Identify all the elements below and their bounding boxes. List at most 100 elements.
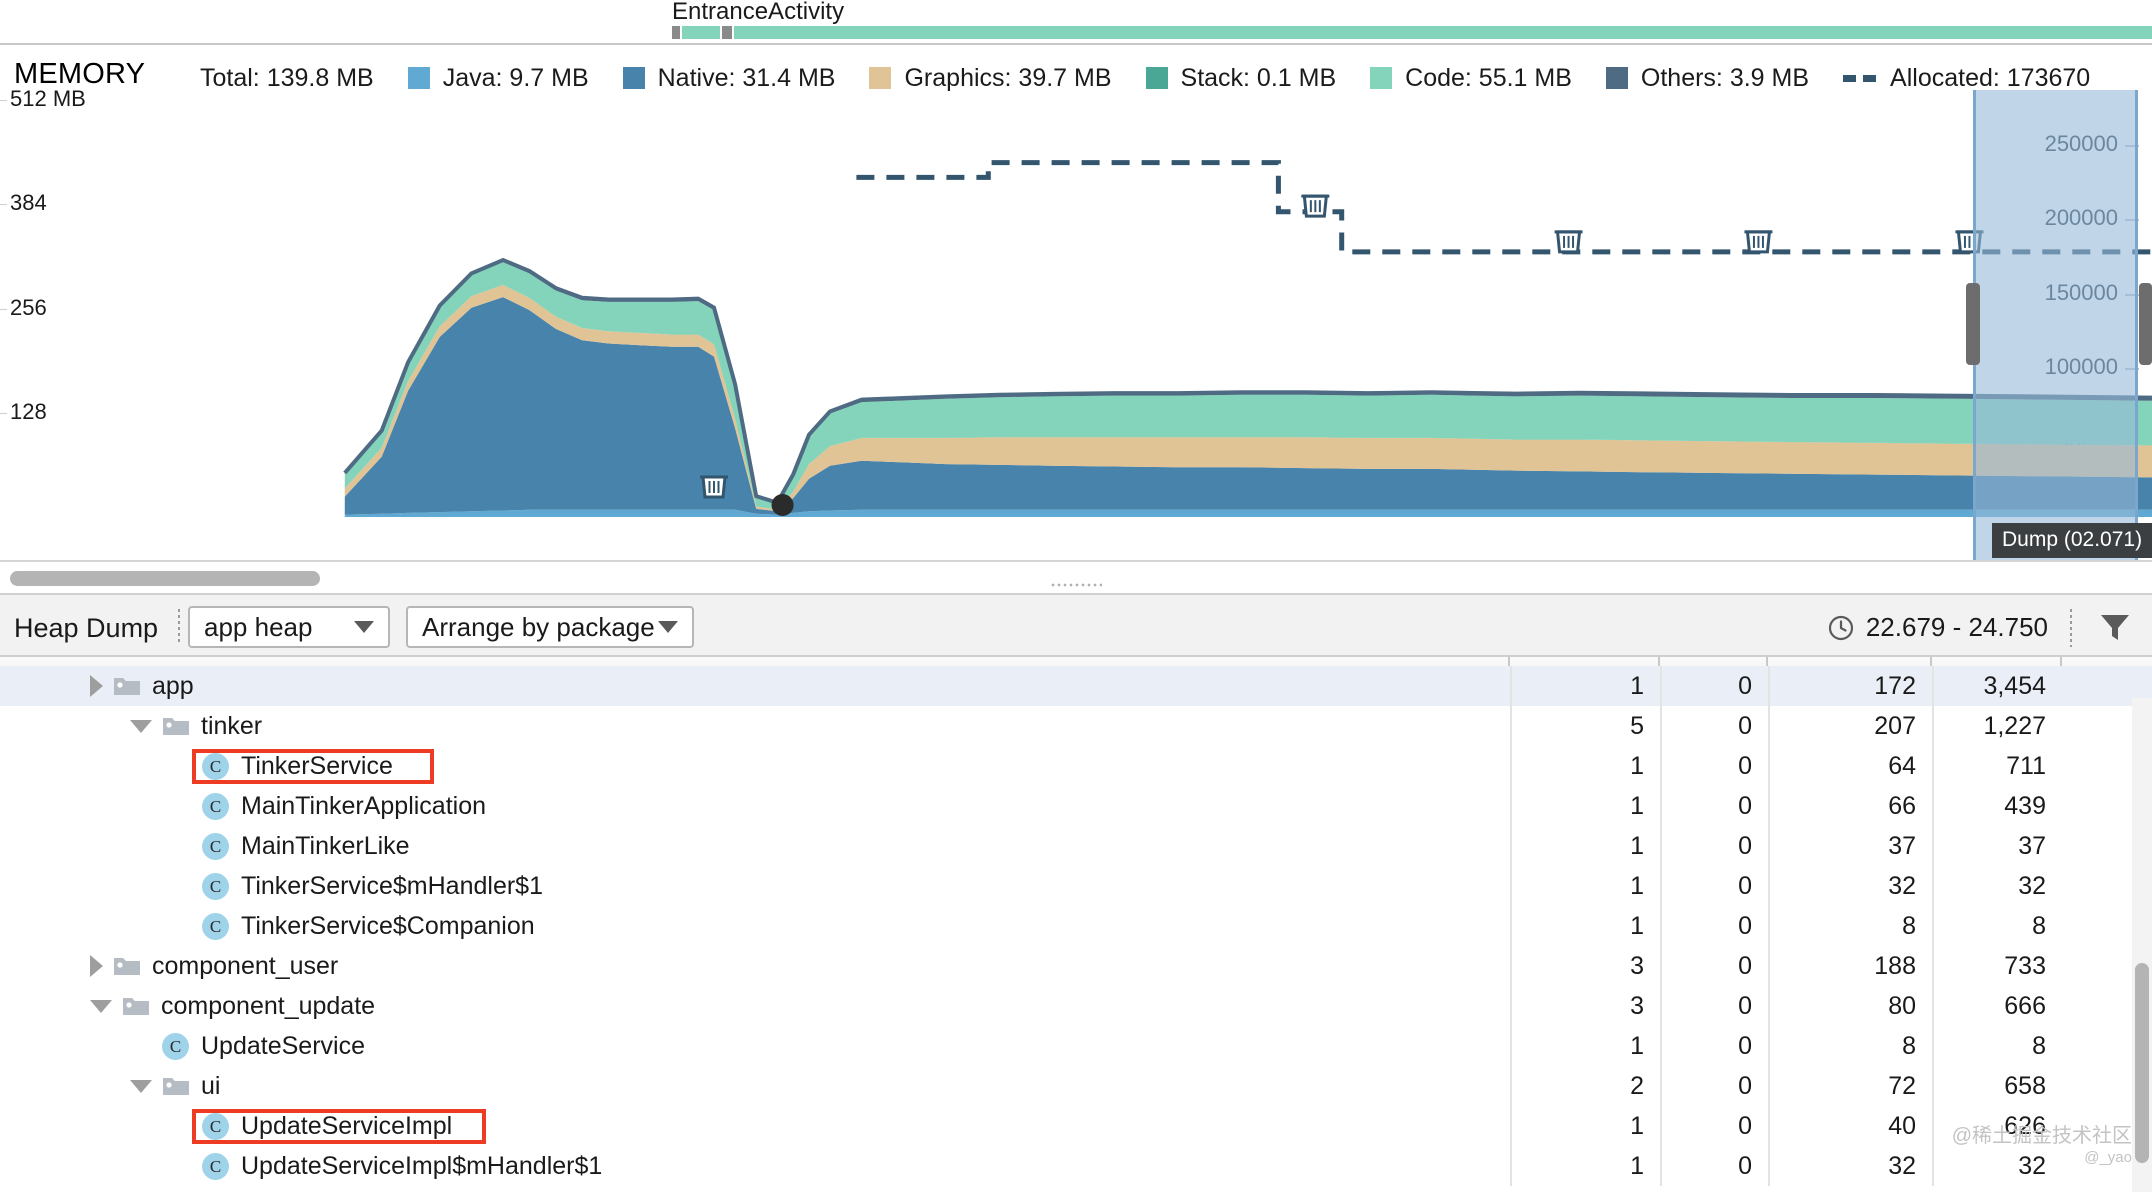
table-cell-allocations: 1 — [1510, 666, 1660, 706]
column-divider — [1660, 906, 1662, 946]
table-cell-package-name: CMainTinkerApplication — [170, 786, 486, 826]
column-divider — [1510, 666, 1512, 706]
table-row[interactable]: app101723,454 — [0, 666, 2152, 706]
column-divider — [1768, 1066, 1770, 1106]
column-divider — [1932, 1066, 1934, 1106]
row-label: UpdateServiceImpl$mHandler$1 — [241, 1152, 602, 1181]
table-cell-native: 0 — [1660, 1106, 1768, 1146]
table-row[interactable]: component_user30188733 — [0, 946, 2152, 986]
table-cell-retained: 32 — [1932, 866, 2062, 906]
column-divider — [1932, 1146, 1934, 1186]
row-label: tinker — [201, 712, 262, 741]
table-cell-native: 0 — [1660, 746, 1768, 786]
table-row[interactable]: CTinkerService1064711 — [0, 746, 2152, 786]
column-divider — [1660, 826, 1662, 866]
expander-spacer — [170, 766, 192, 767]
table-cell-allocations: 1 — [1510, 746, 1660, 786]
column-divider — [1768, 866, 1770, 906]
expander-expand-icon[interactable] — [90, 955, 103, 977]
column-divider — [1510, 986, 1512, 1026]
table-scrollbar[interactable] — [2132, 698, 2152, 1192]
expander-spacer — [170, 1166, 192, 1167]
column-divider — [1768, 826, 1770, 866]
legend-swatch-icon — [1606, 67, 1628, 89]
table-row[interactable]: CTinkerService$Companion1088 — [0, 906, 2152, 946]
table-cell-retained: 439 — [1932, 786, 2062, 826]
table-row[interactable]: ui2072658 — [0, 1066, 2152, 1106]
table-cell-package-name: CTinkerService$Companion — [170, 906, 535, 946]
table-cell-retained: 711 — [1932, 746, 2062, 786]
column-divider — [1660, 666, 1662, 706]
table-cell-retained: 8 — [1932, 1026, 2062, 1066]
column-divider — [1510, 1146, 1512, 1186]
table-cell-shallow: 32 — [1768, 866, 1932, 906]
table-cell-native: 0 — [1660, 986, 1768, 1026]
splitter-grip[interactable] — [1050, 582, 1102, 587]
activity-segment — [734, 26, 2152, 39]
class-icon: C — [202, 913, 229, 940]
table-cell-package-name: app — [90, 666, 194, 706]
legend-label: Total: 139.8 MB — [200, 64, 374, 93]
expander-spacer — [170, 806, 192, 807]
table-cell-allocations: 1 — [1510, 1026, 1660, 1066]
column-divider — [1932, 826, 1934, 866]
legend-swatch-icon — [1146, 67, 1168, 89]
table-row[interactable]: CUpdateServiceImpl$mHandler$1103232 — [0, 1146, 2152, 1186]
expander-expand-icon[interactable] — [90, 675, 103, 697]
class-icon: C — [202, 753, 229, 780]
column-divider — [1768, 986, 1770, 1026]
table-row[interactable]: tinker502071,227 — [0, 706, 2152, 746]
memory-legend: Total: 139.8 MBJava: 9.7 MBNative: 31.4 … — [200, 63, 2124, 93]
table-cell-shallow: 207 — [1768, 706, 1932, 746]
legend-swatch-icon — [408, 67, 430, 89]
filter-icon[interactable] — [2098, 611, 2132, 648]
expander-collapse-icon[interactable] — [90, 1000, 112, 1013]
heap-select-dropdown[interactable]: app heap — [188, 606, 390, 648]
activity-bar-strip[interactable] — [672, 26, 2152, 39]
table-row[interactable]: CTinkerService$mHandler$1103232 — [0, 866, 2152, 906]
row-label: UpdateServiceImpl — [241, 1112, 452, 1141]
table-cell-package-name: CTinkerService$mHandler$1 — [170, 866, 543, 906]
column-divider — [1510, 1066, 1512, 1106]
activity-segment — [722, 26, 732, 39]
table-scrollbar-thumb[interactable] — [2135, 963, 2149, 1163]
class-icon: C — [202, 793, 229, 820]
column-divider — [1932, 666, 1934, 706]
table-row[interactable]: CMainTinkerApplication1066439 — [0, 786, 2152, 826]
table-cell-shallow: 64 — [1768, 746, 1932, 786]
class-icon: C — [202, 1113, 229, 1140]
expander-collapse-icon[interactable] — [130, 1080, 152, 1093]
table-cell-shallow: 172 — [1768, 666, 1932, 706]
panel-splitter[interactable] — [0, 577, 2152, 593]
table-cell-native: 0 — [1660, 666, 1768, 706]
heap-dump-label: Heap Dump — [14, 613, 158, 644]
table-cell-allocations: 3 — [1510, 986, 1660, 1026]
table-row[interactable]: CMainTinkerLike103737 — [0, 826, 2152, 866]
activity-name-label: EntranceActivity — [672, 0, 844, 26]
column-divider — [1660, 1026, 1662, 1066]
legend-item: Stack: 0.1 MB — [1146, 64, 1337, 93]
legend-dash-icon — [1843, 75, 1877, 82]
expander-collapse-icon[interactable] — [130, 720, 152, 733]
activity-segment — [682, 26, 720, 39]
row-label: TinkerService$mHandler$1 — [241, 872, 543, 901]
table-cell-retained: 37 — [1932, 826, 2062, 866]
column-divider — [1768, 666, 1770, 706]
arrange-select-dropdown[interactable]: Arrange by package — [406, 606, 694, 648]
legend-label: Graphics: 39.7 MB — [904, 64, 1111, 93]
range-handle-right[interactable] — [2139, 283, 2152, 365]
table-row[interactable]: CUpdateServiceImpl1040626 — [0, 1106, 2152, 1146]
legend-swatch-icon — [1370, 67, 1392, 89]
table-row[interactable]: component_update3080666 — [0, 986, 2152, 1026]
column-divider — [1660, 1146, 1662, 1186]
column-divider — [1768, 1106, 1770, 1146]
column-divider — [1932, 986, 1934, 1026]
column-divider — [1932, 866, 1934, 906]
class-icon: C — [162, 1033, 189, 1060]
column-divider — [1660, 746, 1662, 786]
dump-tooltip: Dump (02.071) — [1992, 523, 2152, 558]
column-divider — [1660, 1106, 1662, 1146]
expander-spacer — [170, 886, 192, 887]
range-handle-left[interactable] — [1966, 283, 1980, 365]
table-row[interactable]: CUpdateService1088 — [0, 1026, 2152, 1066]
